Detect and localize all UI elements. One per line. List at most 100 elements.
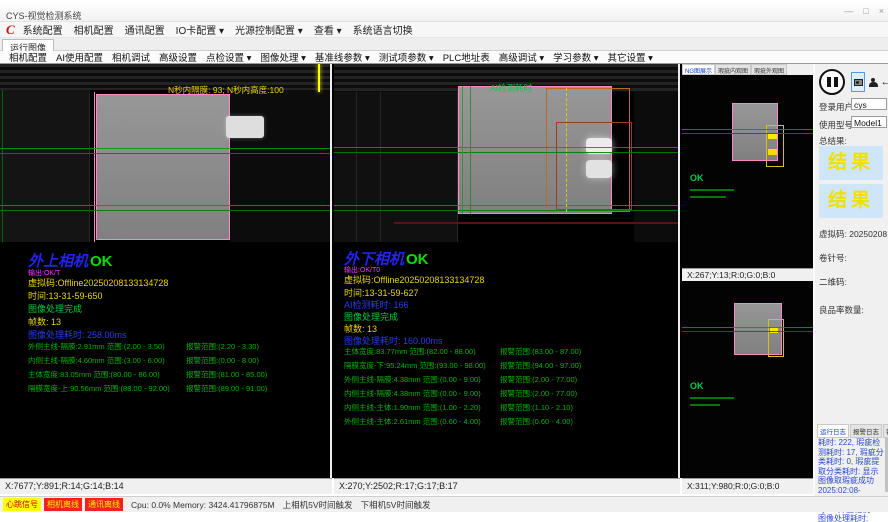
maximize-button[interactable]: □ <box>863 6 868 16</box>
menu-view[interactable]: 查看 ▾ <box>314 22 342 37</box>
tool-image-processing[interactable]: 图像处理 ▾ <box>260 50 305 64</box>
result-ok-label: OK <box>90 253 113 270</box>
alarm-range: 报警范围:(0.00 - 8.00) <box>186 355 259 366</box>
pixel-coord-bar-thumb-top: X:267;Y:13;R:0;G:0;B:0 <box>682 268 813 281</box>
alarm-range: 报警范围:(94.00 - 97.00) <box>500 360 581 371</box>
pixel-coord-bar-middle: X:270;Y:2502;R:17;G:17;B:17 <box>334 478 680 494</box>
tab-defect-outer[interactable]: 瑕疵外观图 <box>751 64 787 75</box>
tool-spotcheck-settings[interactable]: 点检设置 ▾ <box>206 50 251 64</box>
menu-system-config[interactable]: 系统配置 <box>23 22 63 37</box>
back-button[interactable]: ← <box>879 72 888 92</box>
measure-line-dashed <box>566 88 567 212</box>
elapsed-label: 图像处理耗时: 258.00ms <box>28 328 127 341</box>
tab-ng-display[interactable]: NG图展示 <box>682 64 715 75</box>
window-title: CYS-视觉检测系统 <box>6 9 82 22</box>
barcode-label: 虚拟码:Offline20250208133134728 <box>344 273 484 286</box>
tool-learning-params[interactable]: 学习参数 ▾ <box>553 50 598 64</box>
needle-number-label: 卷针号: <box>819 252 847 264</box>
machine-dark-panel <box>334 92 458 242</box>
log-tab-strip: 运行日志 报警日志 错误日志 <box>817 424 888 438</box>
tool-advanced-debug[interactable]: 高级调试 ▾ <box>499 50 544 64</box>
model-field[interactable]: Model1 <box>851 116 887 128</box>
operator-button[interactable] <box>866 72 880 92</box>
tab-error-log[interactable]: 错误日志 <box>883 424 888 438</box>
menu-language-switch[interactable]: 系统语言切换 <box>353 22 413 37</box>
alarm-range: 报警范围:(1.10 - 2.10) <box>500 402 573 413</box>
tool-camera-config[interactable]: 相机配置 <box>9 50 47 64</box>
thumb-tab-strip: NG图展示 瑕疵内观图 瑕疵外观图 <box>682 64 813 75</box>
tool-test-params[interactable]: 测试项参数 ▾ <box>379 50 434 64</box>
camera-view-upper[interactable]: N秒内隔膜: 93; N秒内高度:100 外上相机OK 输出:OK/T 虚拟码:… <box>0 64 332 478</box>
machine-dark-area <box>634 92 680 242</box>
app-logo-icon: C <box>6 22 15 38</box>
bright-reflection-2 <box>586 160 612 178</box>
login-user-field[interactable]: cys <box>851 98 887 110</box>
connector-tab <box>226 116 264 138</box>
menu-bar: C 系统配置 相机配置 通讯配置 IO卡配置 ▾ 光源控制配置 ▾ 查看 ▾ 系… <box>0 22 888 38</box>
upper-camera-trigger-status: 上相机5V时间触发 <box>283 499 353 511</box>
maroon-edge-line <box>394 222 680 224</box>
model-label: 使用型号: <box>819 119 855 131</box>
membrane-counter-label: N秒内隔膜: 93; N秒内高度:100 <box>168 84 284 96</box>
camera-offline-badge: 相机离线 <box>44 498 82 511</box>
tool-other-settings[interactable]: 其它设置 ▾ <box>608 50 653 64</box>
measure-row: 内侧主线-主体:1.90mm 范围:(1.00 - 2.20) <box>344 402 481 413</box>
thumbnail-view-bottom[interactable]: OK <box>682 281 813 478</box>
image-icon <box>854 79 863 86</box>
ai-elapsed-label: AI检测耗时 <box>490 82 532 94</box>
thumbnail-view-top[interactable]: OK <box>682 75 813 268</box>
measure-line-h2 <box>0 153 332 154</box>
title-bar: CYS-视觉检测系统 — □ × <box>0 0 888 22</box>
measure-row: 隔膜宽度-下:95.24mm 范围:(93.00 - 98.00) <box>344 360 486 371</box>
tab-alarm-log[interactable]: 报警日志 <box>850 424 882 438</box>
menu-io-config[interactable]: IO卡配置 ▾ <box>176 22 224 37</box>
tool-advanced-settings[interactable]: 高级设置 <box>159 50 197 64</box>
arrow-left-icon: ← <box>881 77 888 88</box>
tab-run-log[interactable]: 运行日志 <box>817 424 849 438</box>
camera-view-lower[interactable]: AI检测耗时 外下相机OK 输出:OK/T0 虚拟码:Offline202502… <box>334 64 680 478</box>
lower-camera-trigger-status: 下相机5V时间触发 <box>361 499 431 511</box>
alarm-range: 报警范围:(89.00 - 91.00) <box>186 383 267 394</box>
person-icon <box>869 78 878 87</box>
detected-cell-block <box>96 94 230 240</box>
measure-line-h4 <box>0 210 332 211</box>
thumb-line-1 <box>682 327 813 328</box>
time-label: 时间:13-31-59-650 <box>28 289 103 302</box>
measure-row: 外侧主线-隔膜:4.38mm 范围:(0.00 - 9.00) <box>344 374 481 385</box>
thumb-text-line <box>690 404 720 406</box>
measure-row: 隔膜宽度-上:90.56mm 范围:(88.00 - 92.00) <box>28 383 170 394</box>
close-button[interactable]: × <box>879 6 884 16</box>
thumb-line-1 <box>682 129 813 130</box>
comm-offline-badge: 通讯离线 <box>85 498 123 511</box>
thumb-highlight-2 <box>768 149 777 155</box>
toolbar: 相机配置 AI使用配置 相机调试 高级设置 点检设置 ▾ 图像处理 ▾ 基准线参… <box>0 51 888 64</box>
process-done-label: 图像处理完成 <box>28 302 82 315</box>
thumb-roi-yellow <box>768 319 784 357</box>
menu-light-config[interactable]: 光源控制配置 ▾ <box>235 22 303 37</box>
pause-button[interactable] <box>819 69 845 95</box>
tool-ai-config[interactable]: AI使用配置 <box>56 50 103 64</box>
status-bar: 心跳信号 相机离线 通讯离线 Cpu: 0.0% Memory: 3424.41… <box>0 496 888 512</box>
pixel-coord-bar-left: X:7677;Y:891;R:14;G:14;B:14 <box>0 478 332 494</box>
tool-camera-debug[interactable]: 相机调试 <box>112 50 150 64</box>
measure-line-h2 <box>334 152 680 153</box>
control-panel: ← 登录用户: cys 使用型号: Model1 总结果: 结果 结果 虚拟码:… <box>813 64 888 496</box>
tab-defect-inner[interactable]: 瑕疵内观图 <box>715 64 751 75</box>
machine-dark-panel <box>0 90 90 242</box>
thumb-roi-yellow <box>766 125 784 167</box>
alarm-range: 报警范围:(0.60 - 4.00) <box>500 416 573 427</box>
qrcode-label: 二维码: <box>819 276 847 288</box>
menu-comm-config[interactable]: 通讯配置 <box>125 22 165 37</box>
yield-count-label: 良品率数量: <box>819 304 864 316</box>
thumb-text-line <box>690 189 734 191</box>
tool-baseline-params[interactable]: 基准线参数 ▾ <box>315 50 370 64</box>
tool-plc-address-table[interactable]: PLC地址表 <box>443 50 490 64</box>
measure-row: 内侧主线-隔膜:4.38mm 范围:(0.00 - 9.00) <box>344 388 481 399</box>
measure-line-h3 <box>334 205 680 206</box>
machine-dark-area <box>230 90 332 242</box>
minimize-button[interactable]: — <box>844 6 853 16</box>
image-view-button[interactable] <box>851 72 865 92</box>
thumb-line-2 <box>682 133 813 134</box>
menu-camera-config[interactable]: 相机配置 <box>74 22 114 37</box>
alarm-range: 报警范围:(2.00 - 77.00) <box>500 388 577 399</box>
